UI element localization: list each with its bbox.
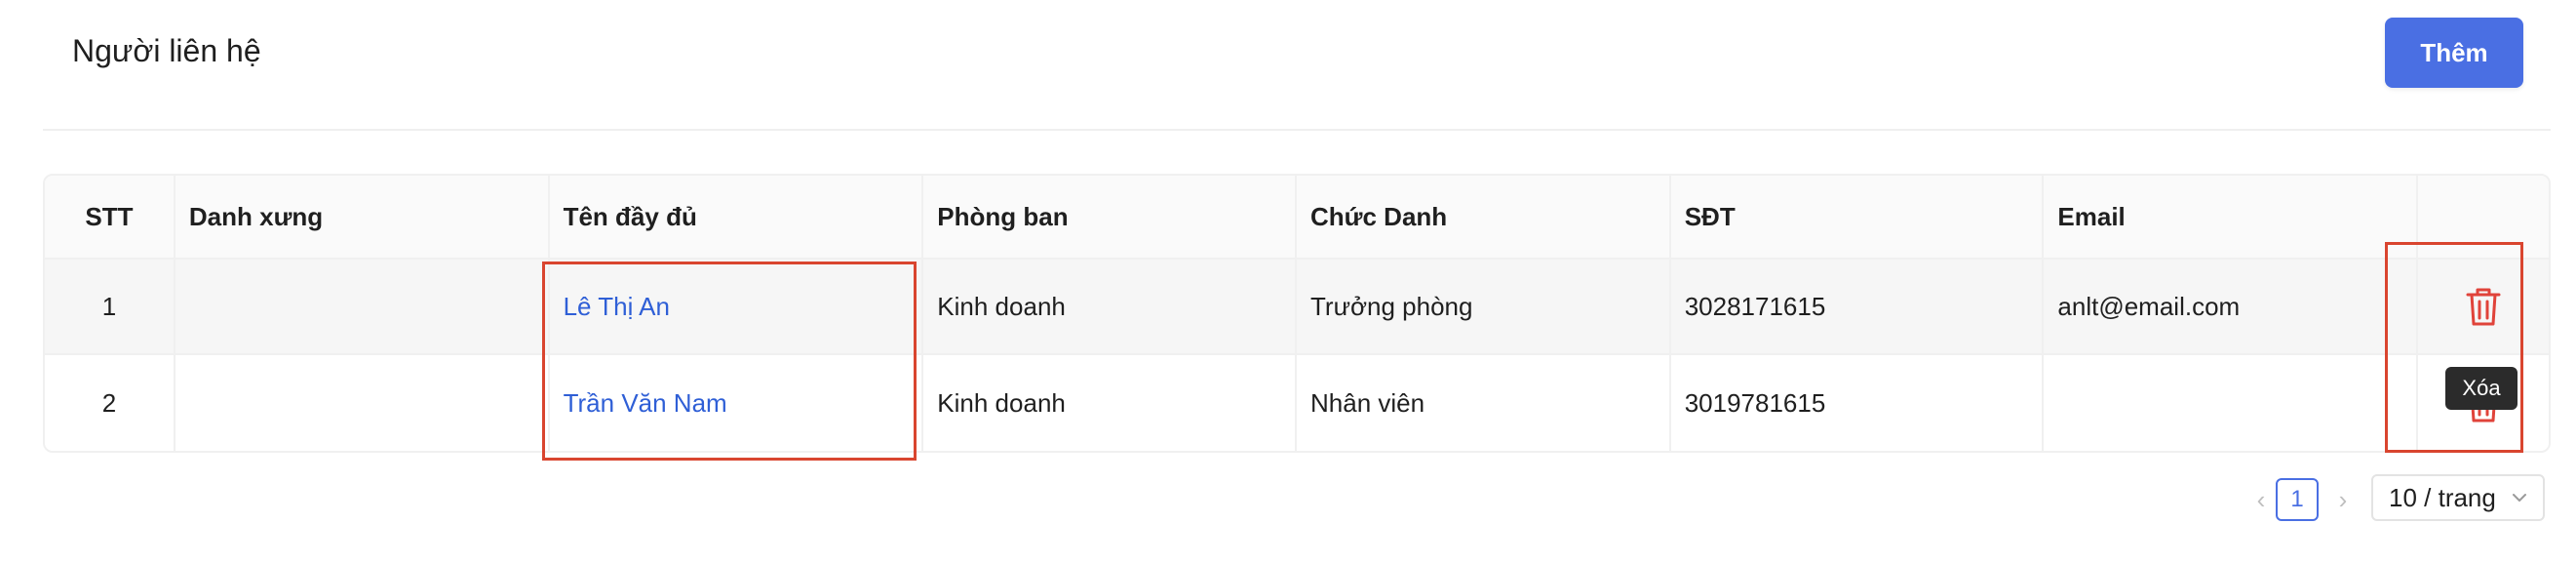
column-header-full-name: Tên đầy đủ xyxy=(550,176,924,258)
column-header-actions xyxy=(2418,176,2549,258)
column-header-position: Chức Danh xyxy=(1297,176,1671,258)
cell-stt: 2 xyxy=(45,355,176,451)
table-header-row: STT Danh xưng Tên đầy đủ Phòng ban Chức … xyxy=(45,176,2549,260)
column-header-department: Phòng ban xyxy=(923,176,1297,258)
contacts-page: Người liên hệ Thêm STT Danh xưng Tên đầy… xyxy=(0,0,2576,564)
trash-icon[interactable] xyxy=(2464,285,2503,328)
cell-position: Nhân viên xyxy=(1297,355,1671,451)
column-header-title: Danh xưng xyxy=(176,176,550,258)
cell-title xyxy=(176,260,550,353)
contact-name-link[interactable]: Lê Thị An xyxy=(564,291,670,322)
page-title: Người liên hệ xyxy=(72,33,261,68)
column-header-email: Email xyxy=(2044,176,2419,258)
contact-name-link[interactable]: Trần Văn Nam xyxy=(564,387,727,419)
cell-department: Kinh doanh xyxy=(923,355,1297,451)
cell-full-name: Trần Văn Nam xyxy=(550,355,924,451)
cell-position: Trưởng phòng xyxy=(1297,260,1671,353)
add-contact-button[interactable]: Thêm xyxy=(2385,18,2523,88)
header-divider xyxy=(43,129,2551,131)
column-header-stt: STT xyxy=(45,176,176,258)
column-header-phone: SĐT xyxy=(1671,176,2045,258)
cell-title xyxy=(176,355,550,451)
table-row: 2 Trần Văn Nam Kinh doanh Nhân viên 3019… xyxy=(45,355,2549,451)
cell-email: anlt@email.com xyxy=(2044,260,2419,353)
cell-phone: 3019781615 xyxy=(1671,355,2045,451)
cell-stt: 1 xyxy=(45,260,176,353)
table-row: 1 Lê Thị An Kinh doanh Trưởng phòng 3028… xyxy=(45,260,2549,355)
delete-tooltip: Xóa xyxy=(2445,367,2517,410)
cell-email xyxy=(2044,355,2419,451)
page-size-value: 10 / trang xyxy=(2389,482,2496,512)
cell-department: Kinh doanh xyxy=(923,260,1297,353)
pagination: ‹ 1 › xyxy=(2246,478,2358,521)
contacts-table: STT Danh xưng Tên đầy đủ Phòng ban Chức … xyxy=(43,174,2551,453)
cell-phone: 3028171615 xyxy=(1671,260,2045,353)
page-size-select[interactable]: 10 / trang xyxy=(2371,474,2545,521)
cell-actions xyxy=(2418,260,2549,353)
chevron-right-icon[interactable]: › xyxy=(2328,485,2358,515)
chevron-down-icon xyxy=(2513,494,2526,502)
chevron-left-icon[interactable]: ‹ xyxy=(2246,485,2276,515)
page-number-current[interactable]: 1 xyxy=(2276,478,2319,521)
cell-full-name: Lê Thị An xyxy=(550,260,924,353)
